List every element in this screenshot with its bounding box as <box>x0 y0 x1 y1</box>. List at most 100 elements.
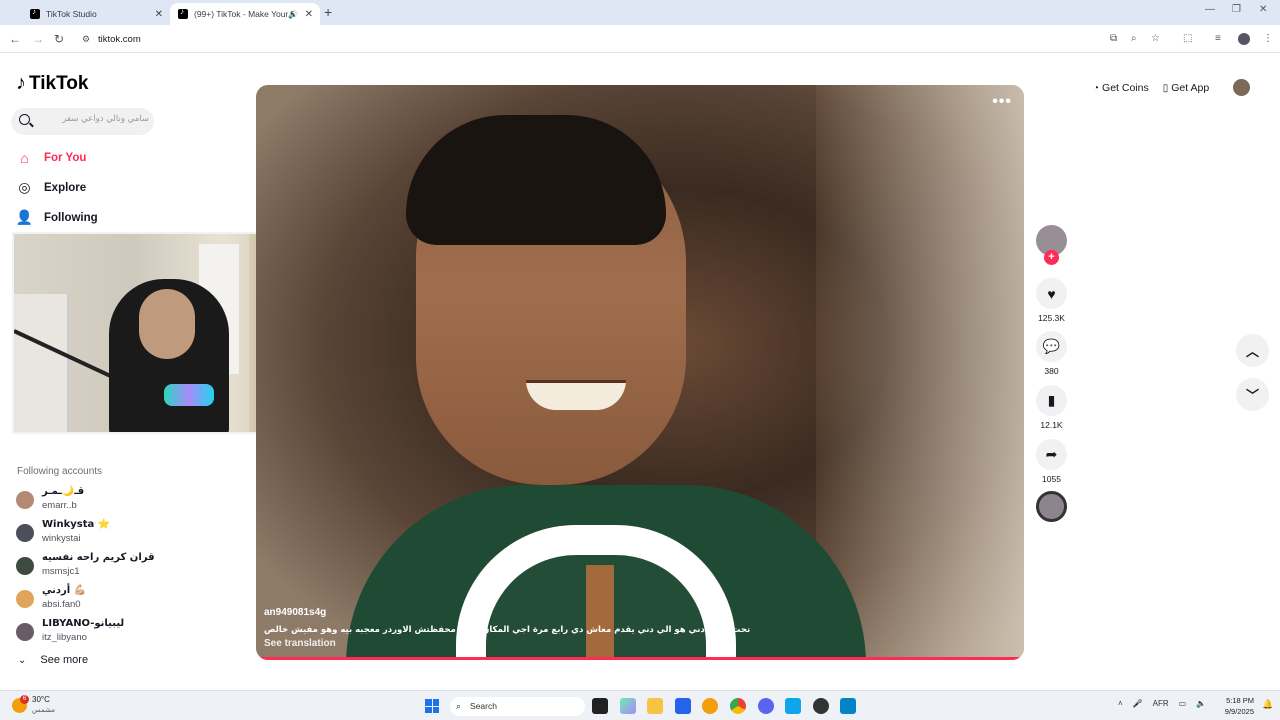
microphone <box>164 384 214 406</box>
account-item[interactable]: قـ🌙ـمـر emarr..b <box>15 486 175 514</box>
heart-icon[interactable]: ♥ <box>1036 278 1067 309</box>
discord-icon[interactable] <box>758 698 774 714</box>
clock-date: 9/9/2025 <box>1224 707 1254 716</box>
logo-text: TikTok <box>29 72 89 94</box>
chevron-down-icon: ﹀ <box>1245 388 1259 403</box>
close-tab-icon[interactable]: ✕ <box>305 9 313 20</box>
language-indicator[interactable]: AFR <box>1153 699 1169 708</box>
task-view-icon[interactable] <box>592 698 608 714</box>
search-icon[interactable] <box>19 114 30 125</box>
install-app-icon[interactable]: ⧉ <box>1110 33 1117 44</box>
next-video-button[interactable]: ﹀ <box>1236 378 1269 411</box>
share-count: 1055 <box>1042 474 1061 484</box>
account-name: LIBYANO-ليبيانو <box>42 618 125 629</box>
store-icon[interactable] <box>675 698 691 714</box>
site-info-icon[interactable]: ⚙ <box>82 30 90 49</box>
network-icon[interactable]: ▭ <box>1179 699 1187 708</box>
avatar <box>16 623 34 641</box>
obs-icon[interactable] <box>813 698 829 714</box>
share-icon[interactable]: ➦ <box>1036 439 1067 470</box>
microphone-icon[interactable]: 🎤 <box>1133 699 1143 708</box>
comment-icon[interactable]: 💬 <box>1036 331 1067 362</box>
save-count: 12.1K <box>1040 420 1063 430</box>
account-name: قران كريم راحه نفسيه <box>42 552 155 563</box>
restore-icon[interactable]: ❐ <box>1232 4 1241 15</box>
video-author[interactable]: an949081s4g <box>264 607 326 618</box>
tiktok-favicon-icon <box>178 7 188 19</box>
avatar <box>16 590 34 608</box>
video-progress-bar[interactable] <box>256 657 1024 660</box>
windows-start-icon[interactable] <box>425 699 439 713</box>
bookmark-star-icon[interactable]: ☆ <box>1151 33 1160 44</box>
avatar <box>16 524 34 542</box>
account-item[interactable]: LIBYANO-ليبيانو itz_libyano <box>15 618 175 646</box>
user-avatar[interactable] <box>1233 79 1250 96</box>
like-action[interactable]: ♥ 125.3K <box>1036 278 1067 323</box>
account-item[interactable]: قران كريم راحه نفسيه msmsjc1 <box>15 552 175 580</box>
browser-profile-avatar[interactable] <box>1238 33 1250 45</box>
nav-explore[interactable]: ◎ Explore <box>16 179 86 196</box>
account-handle: itz_libyano <box>42 632 87 643</box>
reload-icon[interactable]: ↻ <box>54 32 64 46</box>
notification-icon[interactable]: 🔔 <box>1262 699 1273 710</box>
previous-video-button[interactable]: ︿ <box>1236 334 1269 367</box>
new-tab-button[interactable]: + <box>324 4 332 20</box>
save-action[interactable]: ▮ 12.1K <box>1036 385 1067 430</box>
zoom-icon[interactable]: ⌕ <box>1131 33 1137 44</box>
app-window-icon[interactable] <box>785 698 801 714</box>
see-translation-link[interactable]: See translation <box>264 638 336 649</box>
volume-icon[interactable]: 🔈 <box>1196 699 1206 708</box>
tab-tiktok-studio[interactable]: TikTok Studio ✕ <box>22 3 170 25</box>
taskbar-search[interactable]: ⌕ Search <box>450 697 585 716</box>
copilot-icon[interactable] <box>620 698 636 714</box>
tab-label: TikTok Studio <box>46 9 97 19</box>
account-item[interactable]: أردني 💪🏼 absi.fan0 <box>15 585 175 613</box>
video-subject-apron-strap <box>586 565 614 660</box>
music-disc-avatar[interactable] <box>1036 491 1067 522</box>
media-control-icon[interactable]: ≡ <box>1215 33 1221 44</box>
get-coins-button[interactable]: ◔ Get Coins <box>1093 82 1149 94</box>
bookmark-icon[interactable]: ▮ <box>1036 385 1067 416</box>
close-tab-icon[interactable]: ✕ <box>155 9 163 20</box>
chrome-icon[interactable] <box>730 698 746 714</box>
url-field[interactable]: ⚙ tiktok.com <box>78 30 1108 49</box>
webcam-shelf <box>14 294 69 432</box>
extensions-icon[interactable]: ⬚ <box>1183 33 1192 44</box>
minimize-icon[interactable]: — <box>1205 4 1215 15</box>
nav-following[interactable]: 👤 Following <box>16 209 98 226</box>
more-options-icon[interactable]: ••• <box>992 93 1012 111</box>
follow-plus-icon[interactable]: + <box>1044 250 1059 265</box>
nav-label: For You <box>44 151 87 164</box>
browser-menu-icon[interactable]: ⋮ <box>1263 33 1273 44</box>
streamer-face <box>139 289 195 359</box>
get-app-button[interactable]: ▯ Get App <box>1163 82 1209 94</box>
photos-icon[interactable] <box>840 698 856 714</box>
tiktok-logo[interactable]: ♪ TikTok <box>16 72 88 95</box>
search-box[interactable] <box>11 108 154 135</box>
back-icon[interactable]: ← <box>9 32 21 46</box>
account-item[interactable]: Winkysta ⭐ winkystai <box>15 519 175 547</box>
phone-icon: ▯ <box>1162 82 1169 94</box>
like-count: 125.3K <box>1038 313 1065 323</box>
search-input[interactable] <box>39 114 149 124</box>
get-coins-label: Get Coins <box>1102 82 1149 94</box>
share-action[interactable]: ➦ 1055 <box>1036 439 1067 484</box>
see-more-label: See more <box>40 654 89 666</box>
account-handle: absi.fan0 <box>42 599 81 610</box>
tiktok-note-icon: ♪ <box>16 72 26 94</box>
file-explorer-icon[interactable] <box>647 698 663 714</box>
app-icon[interactable] <box>702 698 718 714</box>
see-more-button[interactable]: ⌄ See more <box>18 654 88 666</box>
speaker-icon[interactable]: 🔊 <box>288 10 298 19</box>
chevron-up-icon[interactable]: ˄ <box>1118 699 1123 708</box>
account-name: قـ🌙ـمـر <box>42 486 85 497</box>
avatar <box>16 491 34 509</box>
comment-action[interactable]: 💬 380 <box>1036 331 1067 376</box>
clock[interactable]: 5:18 PM 9/9/2025 <box>1218 695 1254 717</box>
taskbar-search-label: Search <box>470 701 497 711</box>
tab-tiktok-main[interactable]: (99+) TikTok - Make Your Day 🔊 ✕ <box>170 3 320 25</box>
video-player[interactable]: ••• an949081s4g تحت امرك دني هو الي دني … <box>256 85 1024 660</box>
nav-for-you[interactable]: ⌂ For You <box>16 149 86 166</box>
forward-icon[interactable]: → <box>32 32 44 46</box>
close-window-icon[interactable]: ✕ <box>1259 4 1267 15</box>
